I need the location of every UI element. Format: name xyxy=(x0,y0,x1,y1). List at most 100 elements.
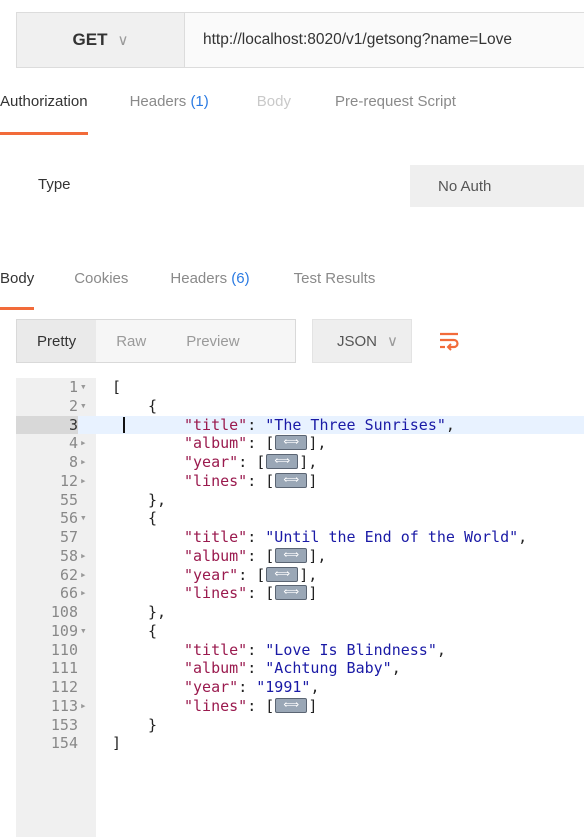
json-punctuation: ] xyxy=(308,696,318,715)
tab-label: Headers xyxy=(170,270,228,287)
method-select[interactable]: GET ∨ xyxy=(16,12,184,68)
json-punctuation: [ xyxy=(112,378,122,396)
code-text: "lines": [] xyxy=(184,696,318,716)
collapsed-array-icon[interactable] xyxy=(275,471,308,490)
code-line: 8▸ "year": [], xyxy=(16,452,584,472)
json-string: "1991" xyxy=(256,678,311,696)
code-line: 111 "album": "Achtung Baby", xyxy=(16,659,584,678)
line-number: 57 xyxy=(59,528,78,546)
tab-label: Body xyxy=(256,93,291,110)
json-punctuation: { xyxy=(148,396,158,415)
code-text: "year": [], xyxy=(184,565,317,585)
json-punctuation: ] xyxy=(308,471,318,490)
code-text: "title": "Until the End of the World", xyxy=(184,528,527,547)
tab-pre-request-script[interactable]: Pre-request Script xyxy=(335,93,456,127)
tab-label: Pre-request Script xyxy=(334,93,456,110)
code-text: "lines": [] xyxy=(184,583,318,603)
fold-collapsed-icon[interactable]: ▸ xyxy=(80,697,94,716)
code-line: 2 ▾ { xyxy=(16,397,584,416)
json-string: "Achtung Baby" xyxy=(265,659,392,678)
line-number: 58 xyxy=(59,546,78,565)
request-tabs: Authorization Headers (1) Body Pre-reque… xyxy=(0,93,456,135)
json-punctuation: : xyxy=(247,640,266,659)
response-tabs: Body Cookies Headers (6) Test Results xyxy=(0,270,376,310)
request-bar: GET ∨ http://localhost:8020/v1/getsong?n… xyxy=(16,12,584,68)
url-input[interactable]: http://localhost:8020/v1/getsong?name=Lo… xyxy=(184,12,584,68)
json-punctuation: : [ xyxy=(247,584,275,603)
json-punctuation: ], xyxy=(308,546,327,565)
view-preview-button[interactable]: Preview xyxy=(166,320,259,362)
fold-collapsed-icon[interactable]: ▸ xyxy=(80,547,94,566)
tab-response-body[interactable]: Body xyxy=(0,270,35,310)
json-key: "year" xyxy=(184,453,239,471)
fold-collapsed-icon[interactable]: ▸ xyxy=(80,453,94,472)
tab-label: Test Results xyxy=(293,270,376,287)
fold-expanded-icon[interactable]: ▾ xyxy=(80,622,94,641)
json-punctuation: ] xyxy=(112,734,122,753)
tab-count: (1) xyxy=(190,93,209,110)
json-punctuation: ] xyxy=(308,584,318,603)
response-body-editor[interactable]: 1 ▾[2 ▾{3 "title": "The Three Sunrises", 4 ▸ "… xyxy=(16,378,584,837)
json-punctuation: : xyxy=(247,415,266,434)
view-pretty-button[interactable]: Pretty xyxy=(17,320,97,362)
tab-response-headers[interactable]: Headers (6) xyxy=(170,270,249,300)
json-punctuation: , xyxy=(518,528,528,546)
text-cursor xyxy=(123,417,125,433)
collapsed-array-icon[interactable] xyxy=(275,546,308,565)
tab-authorization[interactable]: Authorization xyxy=(0,93,88,135)
code-line: 153} xyxy=(16,716,584,735)
json-key: "lines" xyxy=(184,471,248,490)
code-text: "year": [], xyxy=(184,452,318,472)
tab-cookies[interactable]: Cookies xyxy=(74,270,128,300)
line-number: 12 xyxy=(59,471,78,490)
json-key: "year" xyxy=(184,678,239,696)
code-text: "title": "Love Is Blindness", xyxy=(184,641,446,660)
json-punctuation: }, xyxy=(148,490,167,509)
json-key: "title" xyxy=(184,640,248,659)
json-key: "lines" xyxy=(184,696,248,715)
collapsed-array-icon[interactable] xyxy=(275,583,308,602)
tab-test-results[interactable]: Test Results xyxy=(294,270,376,300)
fold-collapsed-icon[interactable]: ▸ xyxy=(80,584,94,603)
auth-type-value: No Auth xyxy=(438,177,492,195)
auth-type-select[interactable]: No Auth xyxy=(410,165,584,207)
view-raw-button[interactable]: Raw xyxy=(96,320,166,362)
line-number: 108 xyxy=(50,603,78,621)
line-number: 62 xyxy=(59,565,78,584)
json-punctuation: ], xyxy=(299,453,318,471)
chevron-down-icon: ∨ xyxy=(387,333,398,350)
tab-count: (6) xyxy=(231,270,250,287)
fold-collapsed-icon[interactable]: ▸ xyxy=(80,566,94,585)
json-punctuation: : [ xyxy=(238,453,266,471)
fold-expanded-icon[interactable]: ▾ xyxy=(80,397,94,416)
json-key: "album" xyxy=(184,434,248,453)
collapsed-array-icon[interactable] xyxy=(266,452,299,471)
tab-headers[interactable]: Headers (1) xyxy=(130,93,209,127)
code-text: "album": [], xyxy=(184,433,327,453)
line-number: 4 xyxy=(68,434,78,453)
json-punctuation: : xyxy=(247,528,266,546)
format-select[interactable]: JSON ∨ xyxy=(312,319,412,363)
line-number: 1 xyxy=(68,378,78,396)
code-line: 4▸ "album": [], xyxy=(16,433,584,453)
json-punctuation: ], xyxy=(308,434,327,453)
method-label: GET xyxy=(72,30,108,49)
code-text: [ xyxy=(112,378,121,397)
collapsed-array-icon[interactable] xyxy=(275,696,308,715)
code-line: 108}, xyxy=(16,603,584,622)
json-key: "album" xyxy=(184,659,248,678)
collapsed-array-icon[interactable] xyxy=(266,565,299,583)
fold-expanded-icon[interactable]: ▾ xyxy=(80,509,94,528)
wrap-lines-button[interactable] xyxy=(428,319,470,363)
code-text: { xyxy=(148,622,157,641)
json-punctuation: , xyxy=(445,415,455,434)
tab-label: Headers xyxy=(129,93,187,110)
fold-collapsed-icon[interactable]: ▸ xyxy=(80,472,94,491)
auth-type-label: Type xyxy=(38,176,71,193)
tab-label: Body xyxy=(0,270,35,287)
fold-expanded-icon[interactable]: ▾ xyxy=(80,378,94,397)
tab-body[interactable]: Body xyxy=(257,93,291,127)
fold-collapsed-icon[interactable]: ▸ xyxy=(80,434,94,453)
json-punctuation: : xyxy=(238,678,257,696)
collapsed-array-icon[interactable] xyxy=(275,433,308,452)
